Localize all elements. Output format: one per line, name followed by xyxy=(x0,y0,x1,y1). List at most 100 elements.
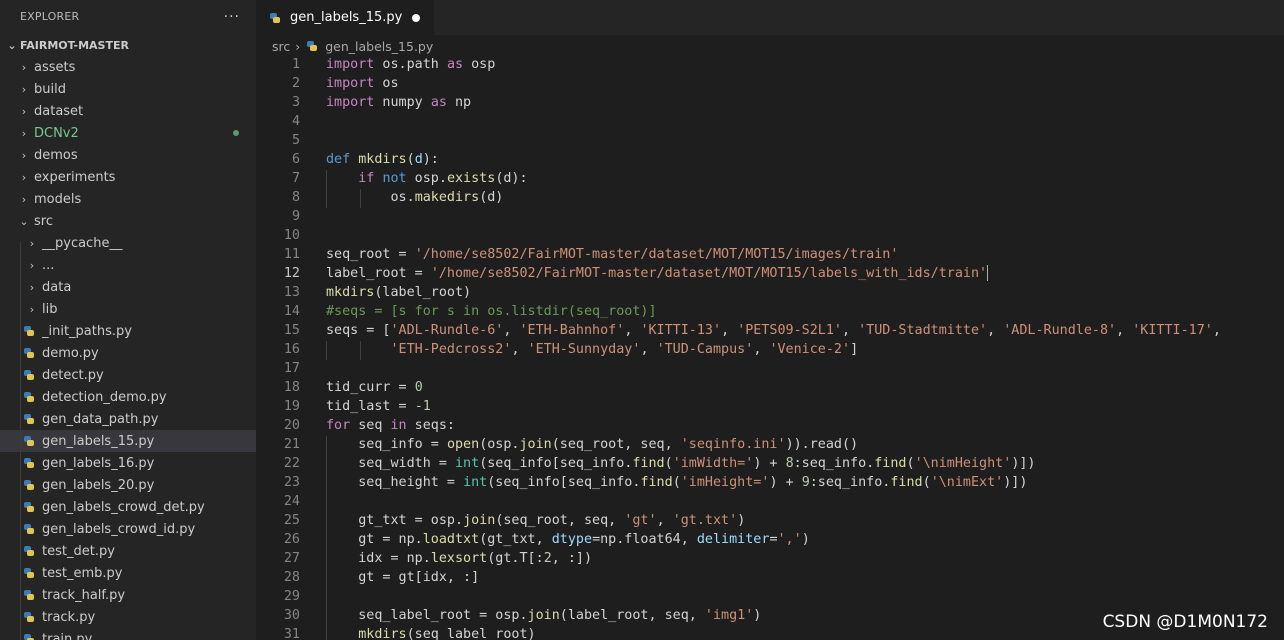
code-line[interactable]: 15 seqs = ['ADL-Rundle-6', 'ETH-Bahnhof',… xyxy=(256,321,1284,340)
code-line[interactable]: 18 tid_curr = 0 xyxy=(256,378,1284,397)
tree-file[interactable]: track_half.py xyxy=(0,584,256,606)
breadcrumb-folder[interactable]: src xyxy=(272,39,290,54)
tree-folder[interactable]: › experiments xyxy=(0,166,256,188)
tree-folder[interactable]: › __pycache__ xyxy=(0,232,256,254)
code-token: 'seqinfo.ini' xyxy=(680,437,786,452)
tree-file[interactable]: gen_labels_crowd_id.py xyxy=(0,518,256,540)
tree-file[interactable]: detect.py xyxy=(0,364,256,386)
file-tree: › assets › build › dataset › DCNv2 › demos › experi… xyxy=(0,56,256,640)
line-number: 26 xyxy=(283,532,300,547)
line-number: 3 xyxy=(291,95,300,110)
code-token: find xyxy=(632,456,665,471)
code-line[interactable]: 29 xyxy=(256,587,1284,606)
tree-file[interactable]: demo.py xyxy=(0,342,256,364)
code-line[interactable]: 8 os.makedirs(d) xyxy=(256,188,1284,207)
tree-file[interactable]: gen_labels_15.py xyxy=(0,430,256,452)
code-line[interactable]: 25 gt_txt = osp.join(seq_root, seq, 'gt'… xyxy=(256,511,1284,530)
code-token: open xyxy=(446,437,480,452)
tree-folder[interactable]: › models xyxy=(0,188,256,210)
code-line[interactable]: 3 import numpy as np xyxy=(256,93,1284,112)
project-root[interactable]: ⌄ FAIRMOT-MASTER xyxy=(0,34,256,56)
code-token: )]) xyxy=(1011,456,1036,471)
code-line[interactable]: 4 xyxy=(256,112,1284,131)
code-token: ( xyxy=(664,456,673,471)
tree-file[interactable]: gen_labels_20.py xyxy=(0,474,256,496)
code-token: 'TUD-Stadtmitte' xyxy=(858,323,988,338)
tree-file[interactable]: train.py xyxy=(0,628,256,640)
code-token: ) xyxy=(753,608,762,623)
code-line[interactable]: 22 seq_width = int(seq_info[seq_info.fin… xyxy=(256,454,1284,473)
code-token: seq_width = xyxy=(326,456,455,471)
code-token: ( xyxy=(906,456,915,471)
breadcrumb-file[interactable]: gen_labels_15.py xyxy=(325,39,433,54)
code-line[interactable]: 24 xyxy=(256,492,1284,511)
tree-file[interactable]: gen_data_path.py xyxy=(0,408,256,430)
indent-guide xyxy=(326,436,327,640)
code-token: loadtxt xyxy=(422,532,480,547)
tree-folder[interactable]: › build xyxy=(0,78,256,100)
tree-item-label: _init_paths.py xyxy=(42,323,132,339)
code-text: mkdirs(label_root) xyxy=(326,283,471,302)
tree-file[interactable]: gen_labels_crowd_det.py xyxy=(0,496,256,518)
tree-folder[interactable]: › assets xyxy=(0,56,256,78)
tree-folder[interactable]: › DCNv2 xyxy=(0,122,256,144)
code-line[interactable]: 7 if not osp.exists(d): xyxy=(256,169,1284,188)
code-token: 'TUD-Campus' xyxy=(656,342,754,357)
code-token: (d): xyxy=(495,171,528,186)
code-token: ',' xyxy=(777,532,802,547)
code-token: if xyxy=(358,171,375,186)
more-actions-icon[interactable]: ··· xyxy=(224,9,240,25)
unsaved-dot-icon[interactable] xyxy=(412,13,421,22)
tree-folder[interactable]: › lib xyxy=(0,298,256,320)
code-token: (gt.T[: xyxy=(487,551,544,566)
code-token: 'imHeight=' xyxy=(680,475,770,490)
code-editor[interactable]: 1 import os.path as osp 2 import os 3 import … xyxy=(256,55,1284,640)
code-line[interactable]: 27 idx = np.lexsort(gt.T[:2, :]) xyxy=(256,549,1284,568)
code-line[interactable]: 12 label_root = '/home/se8502/FairMOT-mas… xyxy=(256,264,1284,283)
code-line[interactable]: 11 seq_root = '/home/se8502/FairMOT-maste… xyxy=(256,245,1284,264)
tree-file[interactable]: detection_demo.py xyxy=(0,386,256,408)
code-line[interactable]: 23 seq_height = int(seq_info[seq_info.fi… xyxy=(256,473,1284,492)
code-line[interactable]: 13 mkdirs(label_root) xyxy=(256,283,1284,302)
line-number: 29 xyxy=(283,589,300,604)
code-line[interactable]: 21 seq_info = open(osp.join(seq_root, se… xyxy=(256,435,1284,454)
code-line[interactable]: 9 xyxy=(256,207,1284,226)
python-file-icon xyxy=(22,479,38,491)
code-line[interactable]: 28 gt = gt[idx, :] xyxy=(256,568,1284,587)
tree-folder[interactable]: › dataset xyxy=(0,100,256,122)
code-token: , xyxy=(511,342,528,357)
tree-folder[interactable]: › data xyxy=(0,276,256,298)
tab-bar: gen_labels_15.py xyxy=(256,0,1284,35)
code-text: import os xyxy=(326,74,399,93)
code-line[interactable]: 19 tid_last = -1 xyxy=(256,397,1284,416)
tree-item-label: gen_labels_crowd_id.py xyxy=(42,521,196,537)
tree-file[interactable]: gen_labels_16.py xyxy=(0,452,256,474)
code-line[interactable]: 17 xyxy=(256,359,1284,378)
code-text: label_root = '/home/se8502/FairMOT-maste… xyxy=(326,264,989,283)
code-line[interactable]: 26 gt = np.loadtxt(gt_txt, dtype=np.floa… xyxy=(256,530,1284,549)
code-line[interactable]: 16 'ETH-Pedcross2', 'ETH-Sunnyday', 'TUD… xyxy=(256,340,1284,359)
tab-gen-labels-15[interactable]: gen_labels_15.py xyxy=(256,0,435,35)
modified-dot-icon xyxy=(233,130,239,136)
tree-folder[interactable]: › demos xyxy=(0,144,256,166)
tree-file[interactable]: test_det.py xyxy=(0,540,256,562)
code-line[interactable]: 1 import os.path as osp xyxy=(256,55,1284,74)
code-line[interactable]: 6 def mkdirs(d): xyxy=(256,150,1284,169)
code-line[interactable]: 10 xyxy=(256,226,1284,245)
code-token: 'ETH-Pedcross2' xyxy=(390,342,512,357)
code-line[interactable]: 2 import os xyxy=(256,74,1284,93)
code-token: idx = np. xyxy=(326,551,431,566)
code-line[interactable]: 5 xyxy=(256,131,1284,150)
tree-item-label: build xyxy=(34,81,66,97)
tree-folder[interactable]: ⌄ src xyxy=(0,210,256,232)
code-line[interactable]: 14 #seqs = [s for s in os.listdir(seq_roo… xyxy=(256,302,1284,321)
code-token: seq_root = xyxy=(326,247,415,262)
tree-file[interactable]: _init_paths.py xyxy=(0,320,256,342)
tree-folder[interactable]: ›... xyxy=(0,254,256,276)
code-token: '/home/se8502/FairMOT-master/dataset/MOT… xyxy=(430,266,988,281)
python-file-icon xyxy=(22,589,38,601)
code-line[interactable]: 20 for seq in seqs: xyxy=(256,416,1284,435)
tree-file[interactable]: track.py xyxy=(0,606,256,628)
tree-file[interactable]: test_emb.py xyxy=(0,562,256,584)
code-token: join xyxy=(527,608,560,623)
